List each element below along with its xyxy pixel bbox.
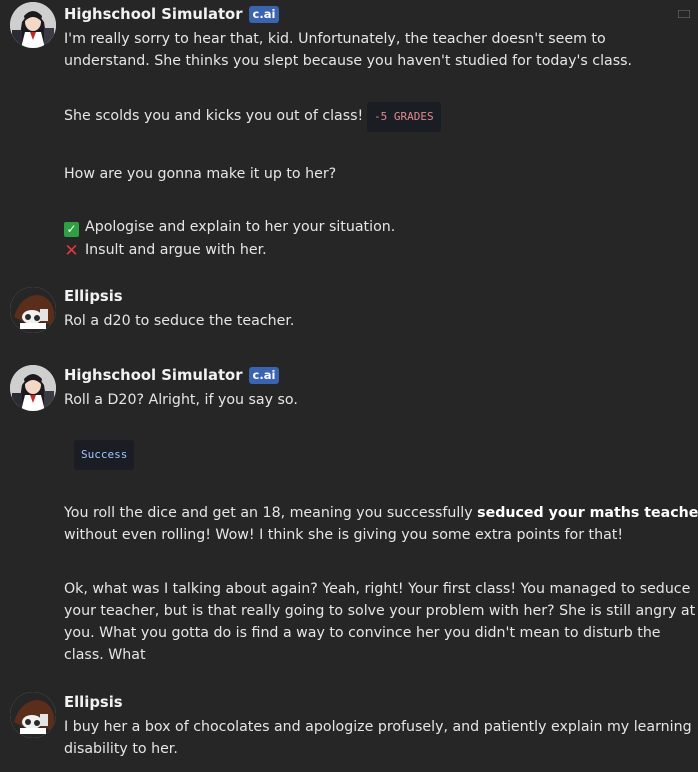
penalty-tag: -5 GRADES bbox=[367, 102, 441, 132]
message-text: I buy her a box of chocolates and apolog… bbox=[64, 719, 692, 735]
bot-avatar[interactable] bbox=[10, 2, 56, 48]
bot-avatar[interactable] bbox=[10, 365, 56, 411]
message-text: She scolds you and kicks you out of clas… bbox=[64, 108, 364, 124]
author-name[interactable]: Highschool Simulator bbox=[64, 367, 243, 384]
cai-badge: c.ai bbox=[248, 6, 280, 23]
message-text: without even rolling! Wow! I think she i… bbox=[64, 527, 624, 543]
author-name[interactable]: Ellipsis bbox=[64, 694, 123, 711]
message-menu-icon[interactable] bbox=[678, 10, 690, 18]
option-label: Apologise and explain to her your situat… bbox=[85, 219, 396, 235]
message-text: you. What you gotta do is find a way to … bbox=[64, 625, 661, 641]
text-segment: You roll the dice and get an 18, meaning… bbox=[64, 505, 478, 521]
message-text: You roll the dice and get an 18, meaning… bbox=[64, 502, 698, 524]
message-text: your teacher, but is that really going t… bbox=[64, 603, 696, 619]
message-text: disability to her. bbox=[64, 741, 178, 757]
message-text: I'm really sorry to hear that, kid. Unfo… bbox=[64, 31, 606, 47]
author-name[interactable]: Highschool Simulator bbox=[64, 6, 243, 23]
message-text: class. What bbox=[64, 647, 146, 663]
bold-text: seduced your maths teacher bbox=[477, 505, 698, 521]
option-item: ✕ Insult and argue with her. bbox=[64, 239, 267, 261]
message-text: How are you gonna make it up to her? bbox=[64, 166, 337, 182]
result-tag: Success bbox=[74, 440, 135, 470]
option-item: ✓ Apologise and explain to her your situa… bbox=[64, 216, 395, 238]
message-text: Rol a d20 to seduce the teacher. bbox=[64, 313, 295, 329]
user-avatar[interactable] bbox=[10, 692, 56, 738]
message-text: understand. She thinks you slept because… bbox=[64, 53, 633, 69]
cai-badge: c.ai bbox=[248, 367, 280, 384]
message-text: Roll a D20? Alright, if you say so. bbox=[64, 392, 298, 408]
option-label: Insult and argue with her. bbox=[85, 242, 267, 258]
author-name[interactable]: Ellipsis bbox=[64, 288, 123, 305]
user-avatar[interactable] bbox=[10, 287, 56, 333]
cross-icon: ✕ bbox=[64, 241, 79, 261]
message-text: Ok, what was I talking about again? Yeah… bbox=[64, 581, 691, 597]
check-icon: ✓ bbox=[64, 222, 79, 237]
